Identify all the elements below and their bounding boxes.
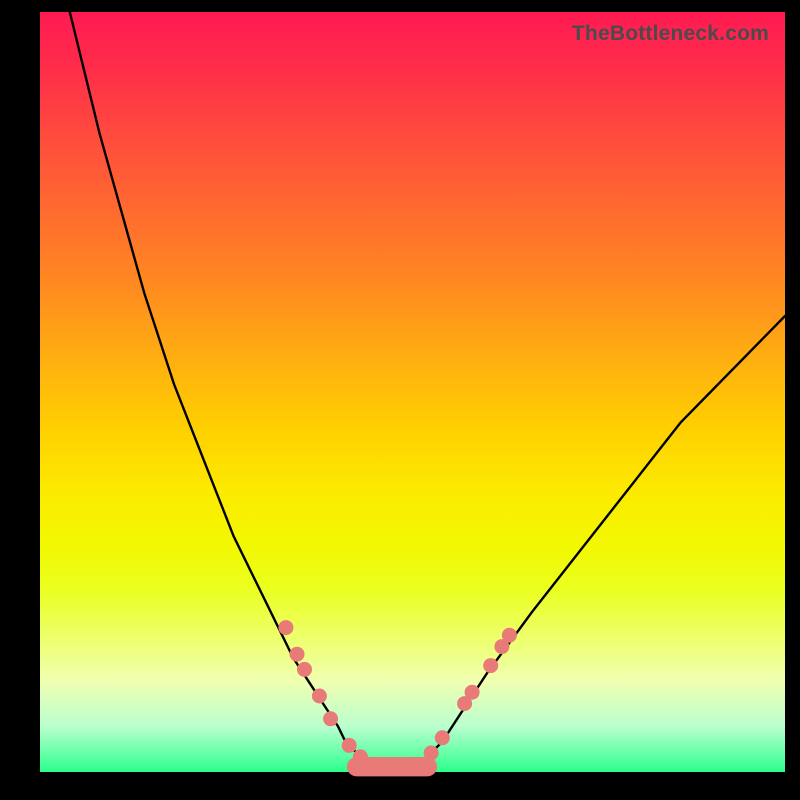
chart-svg [40,12,785,772]
marker-dot [342,738,357,753]
marker-dots [278,620,517,775]
chart-frame: TheBottleneck.com [0,0,800,800]
marker-dot [465,685,480,700]
marker-dot [435,730,450,745]
marker-dot [409,757,424,772]
marker-dot [312,689,327,704]
marker-dot [297,662,312,677]
marker-dot [483,658,498,673]
marker-dot [424,746,439,761]
marker-dot [502,628,517,643]
curve-group [70,12,785,768]
marker-dot [323,711,338,726]
marker-dot [278,620,293,635]
marker-dot [290,647,305,662]
chart-plot-area: TheBottleneck.com [40,12,785,772]
left-curve-path [70,12,368,764]
